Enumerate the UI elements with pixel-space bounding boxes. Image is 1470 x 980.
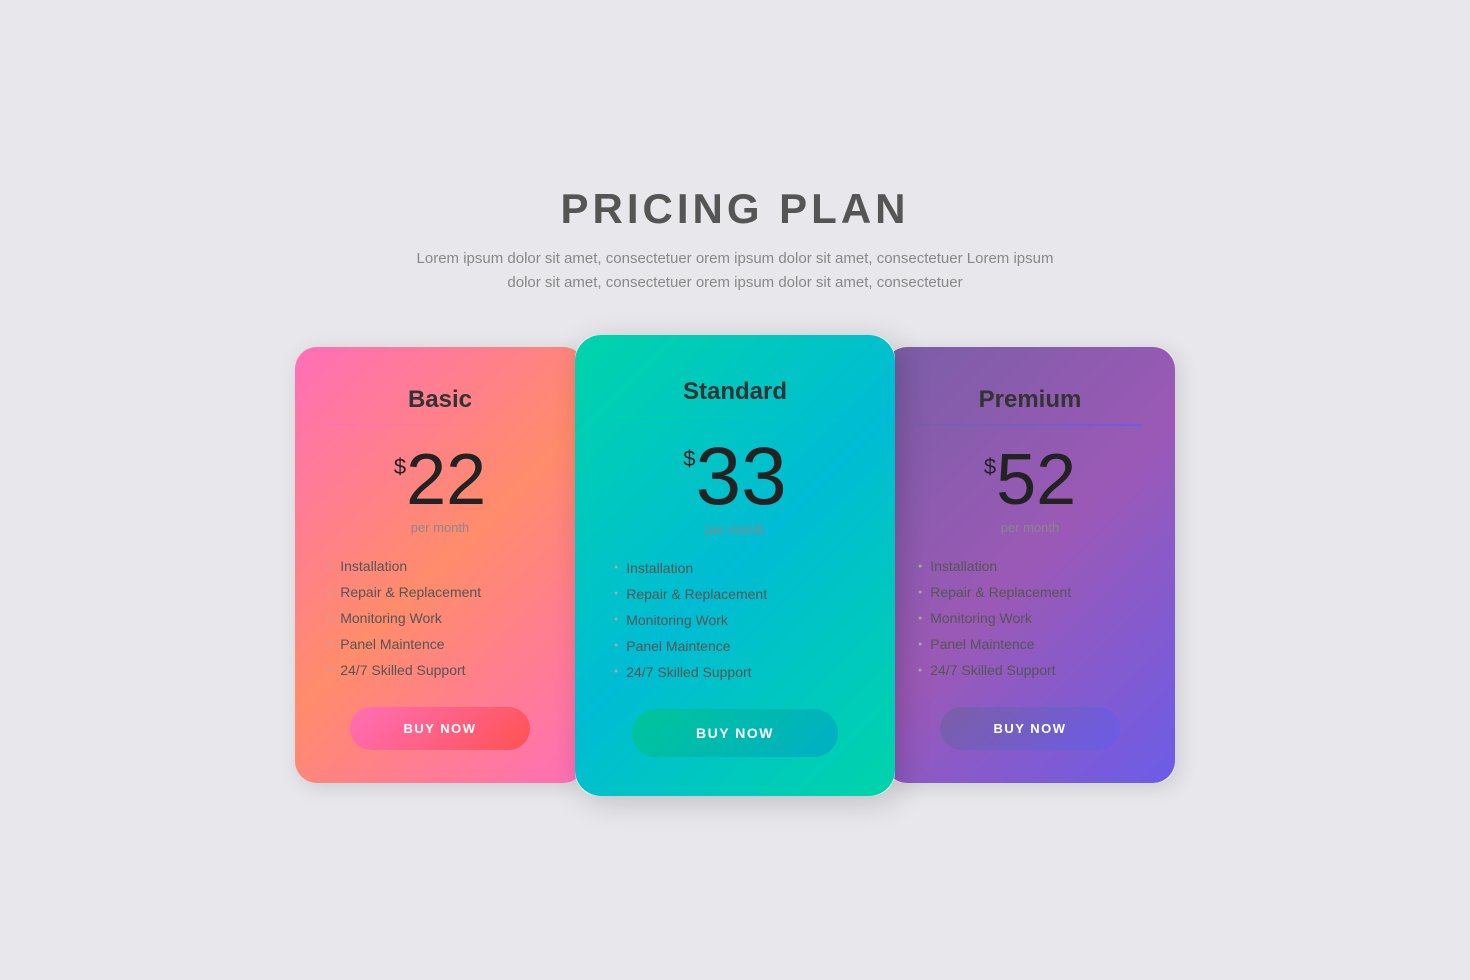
list-item: Monitoring Work — [614, 607, 856, 633]
basic-features-list: Installation Repair & Replacement Monito… — [328, 553, 552, 683]
basic-buy-button[interactable]: BUY NOW — [350, 707, 529, 750]
standard-divider — [614, 416, 856, 418]
standard-price-amount: 33 — [696, 436, 787, 518]
page-subtitle: Lorem ipsum dolor sit amet, consectetuer… — [415, 247, 1055, 295]
list-item: Installation — [614, 555, 856, 581]
premium-price-amount: 52 — [996, 444, 1076, 516]
premium-plan-name: Premium — [979, 386, 1082, 414]
card-premium: Premium $ 52 per month Installation Repa… — [885, 347, 1175, 783]
list-item: 24/7 Skilled Support — [918, 657, 1142, 683]
list-item: Repair & Replacement — [614, 581, 856, 607]
basic-price-period: per month — [411, 520, 470, 535]
premium-dollar-sign: $ — [984, 454, 996, 480]
premium-price-period: per month — [1001, 520, 1060, 535]
list-item: Monitoring Work — [918, 605, 1142, 631]
standard-features-list: Installation Repair & Replacement Monito… — [614, 555, 856, 685]
premium-divider — [918, 424, 1142, 426]
page-title: PRICING PLAN — [415, 185, 1055, 233]
list-item: Panel Maintence — [328, 631, 552, 657]
standard-plan-name: Standard — [683, 378, 787, 406]
standard-price-block: $ 33 — [683, 436, 786, 518]
premium-buy-button[interactable]: BUY NOW — [940, 707, 1119, 750]
standard-buy-button[interactable]: BUY NOW — [632, 709, 838, 757]
list-item: Panel Maintence — [918, 631, 1142, 657]
list-item: Repair & Replacement — [328, 579, 552, 605]
list-item: Repair & Replacement — [918, 579, 1142, 605]
list-item: Monitoring Work — [328, 605, 552, 631]
list-item: Installation — [328, 553, 552, 579]
card-standard: Standard $ 33 per month Installation Rep… — [575, 335, 895, 796]
basic-price-block: $ 22 — [394, 444, 486, 516]
basic-price-amount: 22 — [406, 444, 486, 516]
standard-dollar-sign: $ — [683, 446, 695, 472]
basic-dollar-sign: $ — [394, 454, 406, 480]
list-item: Installation — [918, 553, 1142, 579]
basic-divider — [328, 424, 552, 426]
cards-container: Basic $ 22 per month Installation Repair… — [295, 335, 1175, 796]
list-item: 24/7 Skilled Support — [614, 659, 856, 685]
basic-plan-name: Basic — [408, 386, 472, 414]
premium-price-block: $ 52 — [984, 444, 1076, 516]
premium-features-list: Installation Repair & Replacement Monito… — [918, 553, 1142, 683]
list-item: 24/7 Skilled Support — [328, 657, 552, 683]
list-item: Panel Maintence — [614, 633, 856, 659]
page-header: PRICING PLAN Lorem ipsum dolor sit amet,… — [415, 185, 1055, 295]
standard-price-period: per month — [706, 522, 765, 537]
card-basic: Basic $ 22 per month Installation Repair… — [295, 347, 585, 783]
